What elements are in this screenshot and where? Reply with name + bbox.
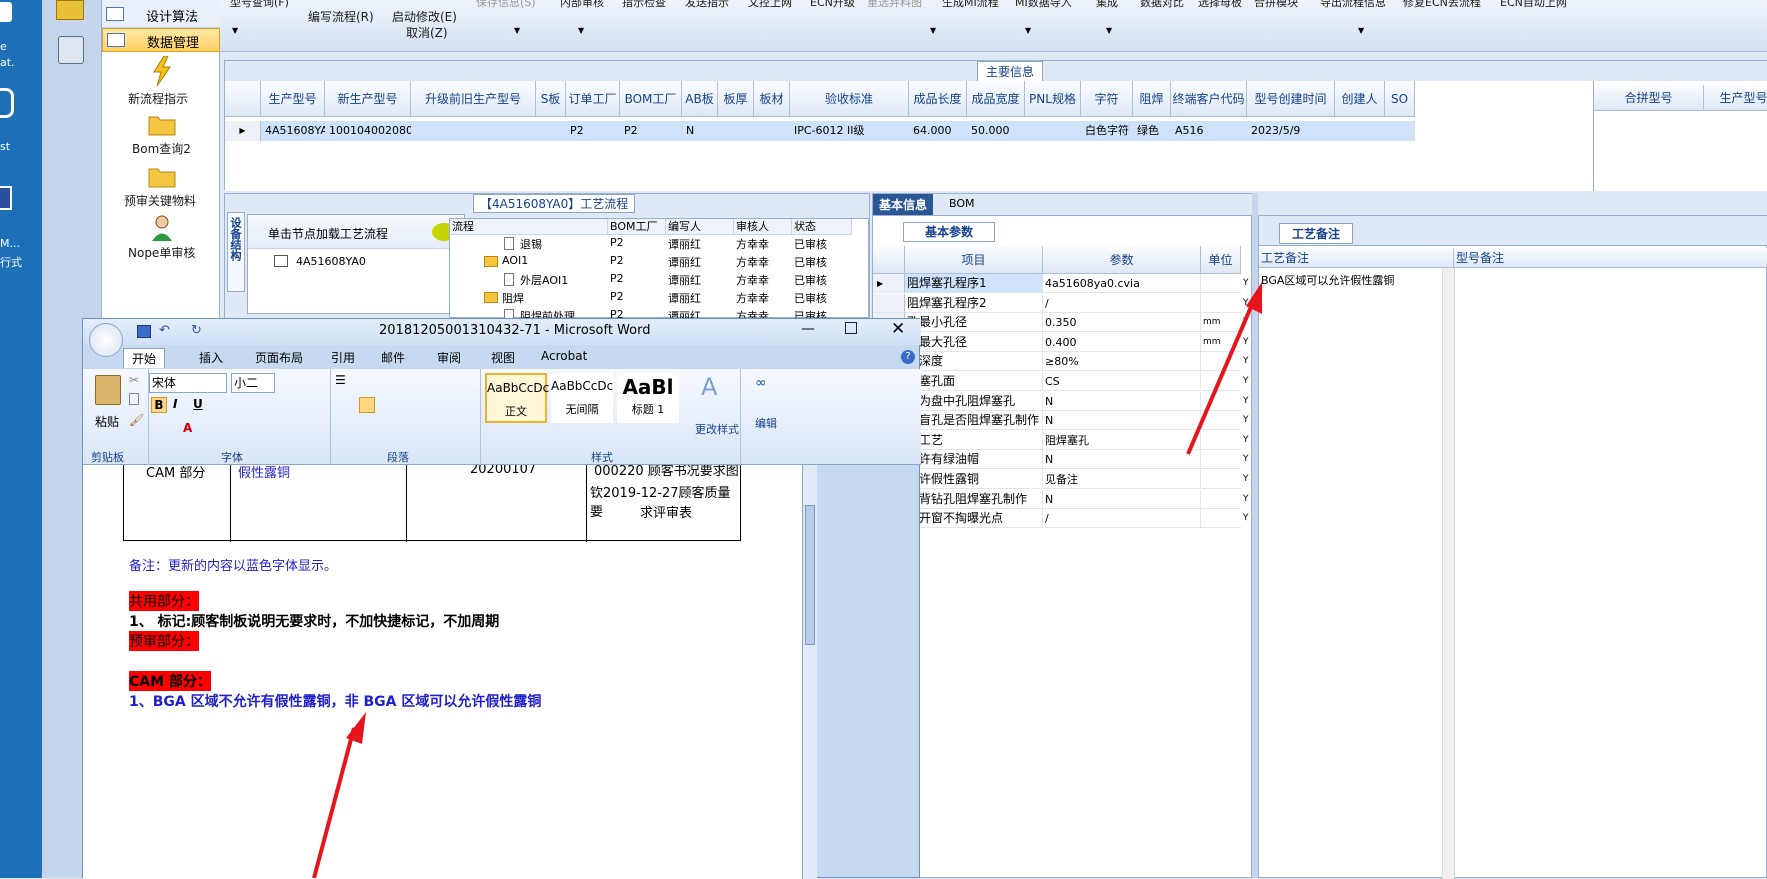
- arrow-to-note: [1186, 299, 1256, 455]
- annotation-arrows: [312, 282, 1262, 878]
- arrow-to-doc-line: [312, 727, 356, 878]
